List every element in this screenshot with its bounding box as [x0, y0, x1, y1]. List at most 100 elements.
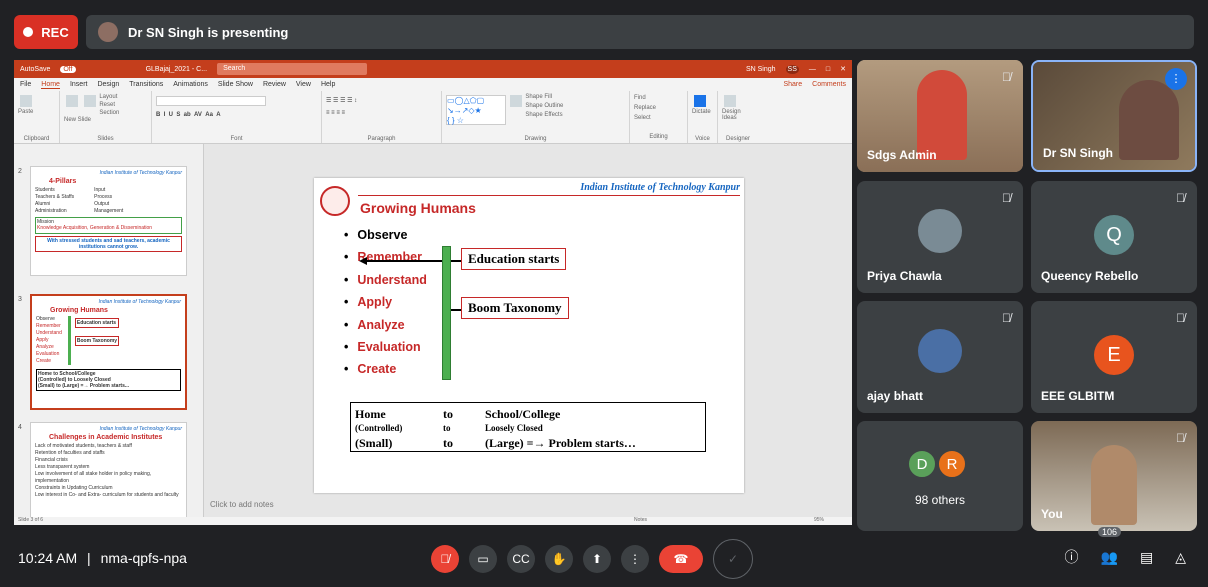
menu-design[interactable]: Design — [97, 81, 119, 88]
table-cell: (Controlled) — [355, 423, 403, 433]
participant-tile-dr-sn-singh[interactable]: ⋮ Dr SN Singh — [1031, 60, 1197, 172]
menu-slide-show[interactable]: Slide Show — [218, 81, 253, 88]
menu-help[interactable]: Help — [321, 81, 335, 88]
layout-button[interactable]: Layout — [99, 94, 117, 100]
comments-button[interactable]: Comments — [812, 81, 846, 88]
menu-view[interactable]: View — [296, 81, 311, 88]
shape-fill-button[interactable]: Shape Fill — [525, 94, 552, 100]
ribbon-paragraph: ☰ ☰ ☰ ☰ ↕ ≡ ≡ ≡ ≡ Paragraph — [322, 91, 442, 143]
avatar: D — [907, 449, 937, 479]
captions-button[interactable]: CC — [507, 545, 535, 573]
slide-counter: Slide 3 of 6 — [18, 517, 44, 523]
thumb-number: 3 — [18, 296, 22, 303]
share-button[interactable]: Share — [783, 81, 802, 88]
thumb-number: 2 — [18, 168, 22, 175]
activities-icon[interactable]: ◬ — [1175, 549, 1186, 566]
presentation-stage: AutoSave Off GLBajaj_2021 - C... Search … — [14, 60, 852, 525]
slide-bullet: Apply — [344, 291, 427, 313]
participant-tile-you[interactable]: 🎙̸ You — [1031, 421, 1197, 531]
thumb-home-table: Home to School/College (Controlled) to L… — [36, 369, 181, 391]
paste-icon[interactable] — [20, 95, 32, 107]
autosave-toggle[interactable]: Off — [60, 65, 76, 73]
menu-review[interactable]: Review — [263, 81, 286, 88]
close-icon[interactable]: ✕ — [840, 65, 846, 73]
autosave-label: AutoSave — [20, 65, 51, 73]
bottom-bar: 10:24 AM | nma-qpfs-npa 🎙̸ ▭ CC ✋ ⬆ ⋮ ☎ … — [0, 527, 1208, 587]
dictate-icon[interactable] — [694, 95, 706, 107]
ribbon-slides: Layout Reset Section New Slide Slides — [60, 91, 152, 143]
activity-check-button[interactable]: ✓ — [713, 539, 753, 579]
avatar: R — [937, 449, 967, 479]
participant-tile-priya-chawla[interactable]: 🎙̸ Priya Chawla — [857, 181, 1023, 293]
group-label-voice: Voice — [695, 136, 710, 142]
minimize-icon[interactable]: — — [809, 66, 816, 73]
menu-transitions[interactable]: Transitions — [129, 81, 163, 88]
current-slide[interactable]: Indian Institute of Technology Kanpur Gr… — [314, 178, 744, 493]
present-button[interactable]: ⬆ — [583, 545, 611, 573]
font-name-select[interactable] — [156, 96, 266, 106]
menu-file[interactable]: File — [20, 81, 31, 88]
more-options-button[interactable]: ⋮ — [621, 545, 649, 573]
thumb-number: 4 — [18, 424, 22, 431]
presenting-label: Dr SN Singh is presenting — [128, 24, 289, 40]
thumb-note: With stressed students and sad teachers,… — [35, 236, 182, 252]
slide-bullet: Analyze — [344, 314, 427, 336]
paragraph-buttons[interactable]: ☰ ☰ ☰ ☰ ↕ — [326, 97, 437, 104]
shape-effects-button[interactable]: Shape Effects — [525, 112, 562, 118]
group-label-paragraph: Paragraph — [367, 136, 396, 142]
participant-tile-eee-glbitm[interactable]: E 🎙̸ EEE GLBITM — [1031, 301, 1197, 413]
reuse-slides-icon[interactable] — [83, 95, 96, 107]
record-dot-icon — [23, 27, 34, 37]
notes-input[interactable]: Click to add notes — [210, 500, 274, 509]
align-buttons[interactable]: ≡ ≡ ≡ ≡ — [326, 110, 437, 116]
participant-figure — [1091, 445, 1137, 525]
ppt-statusbar: Slide 3 of 6 Notes 95% — [14, 517, 852, 525]
shape-outline-button[interactable]: Shape Outline — [525, 103, 563, 109]
ppt-user-initials[interactable]: SS — [785, 64, 799, 74]
participant-tile-ajay-bhatt[interactable]: 🎙̸ ajay bhatt — [857, 301, 1023, 413]
thumb-slide-2[interactable]: Indian Institute of Technology Kanpur 4-… — [30, 166, 187, 276]
select-button[interactable]: Select — [634, 113, 683, 123]
participant-figure — [1119, 80, 1179, 160]
menu-home[interactable]: Home — [41, 81, 60, 89]
ribbon-voice: Dictate Voice — [688, 91, 718, 143]
thumb-bullet: Alumni — [35, 201, 51, 207]
section-button[interactable]: Section — [99, 110, 119, 116]
participant-name: Sdgs Admin — [867, 148, 937, 162]
mic-off-icon: 🎙̸ — [1176, 191, 1185, 205]
shapes-gallery[interactable]: ▭◯△⬠▢ ↘→↗◇★{ } ☆ — [446, 95, 506, 125]
callout-connector — [451, 260, 461, 262]
zoom-level[interactable]: 95% — [814, 517, 824, 523]
find-button[interactable]: Find — [634, 93, 683, 103]
notes-button[interactable]: Notes — [634, 517, 647, 523]
slide-bullet: Understand — [344, 269, 426, 291]
design-ideas-label: Design Ideas — [722, 109, 741, 121]
people-icon[interactable]: 👥 — [1101, 549, 1118, 566]
ppt-search-input[interactable]: Search — [217, 63, 368, 75]
participant-tile-others[interactable]: D R 98 others — [857, 421, 1023, 531]
menu-insert[interactable]: Insert — [70, 81, 88, 88]
menu-animations[interactable]: Animations — [173, 81, 208, 88]
new-slide-icon[interactable] — [66, 95, 78, 107]
participant-name: ajay bhatt — [867, 389, 924, 403]
camera-button[interactable]: ▭ — [469, 545, 497, 573]
slide-bullet: Create — [344, 358, 427, 380]
avatar: Q — [1094, 215, 1134, 255]
mic-off-button[interactable]: 🎙̸ — [431, 545, 459, 573]
participant-tile-queency-rebello[interactable]: Q 🎙̸ Queency Rebello — [1031, 181, 1197, 293]
reset-button[interactable]: Reset — [99, 102, 115, 108]
replace-button[interactable]: Replace — [634, 103, 683, 113]
thumb-slide-4[interactable]: Indian Institute of Technology Kanpur Ch… — [30, 422, 187, 525]
top-bar: REC Dr SN Singh is presenting — [14, 15, 1194, 49]
arrange-icon[interactable] — [509, 95, 522, 107]
thumb-callout: Education starts — [74, 318, 120, 328]
chat-icon[interactable]: ▤ — [1140, 549, 1153, 566]
font-format-buttons[interactable]: B I U S ab AV Aa A — [156, 112, 317, 118]
info-icon[interactable]: ⓘ — [1065, 547, 1079, 567]
maximize-icon[interactable]: □ — [826, 66, 830, 73]
raise-hand-button[interactable]: ✋ — [545, 545, 573, 573]
design-ideas-icon[interactable] — [724, 95, 736, 107]
thumb-slide-3[interactable]: Indian Institute of Technology Kanpur Gr… — [30, 294, 187, 410]
end-call-button[interactable]: ☎ — [659, 545, 703, 573]
participant-tile-sdgs-admin[interactable]: 🎙̸ Sdgs Admin — [857, 60, 1023, 172]
